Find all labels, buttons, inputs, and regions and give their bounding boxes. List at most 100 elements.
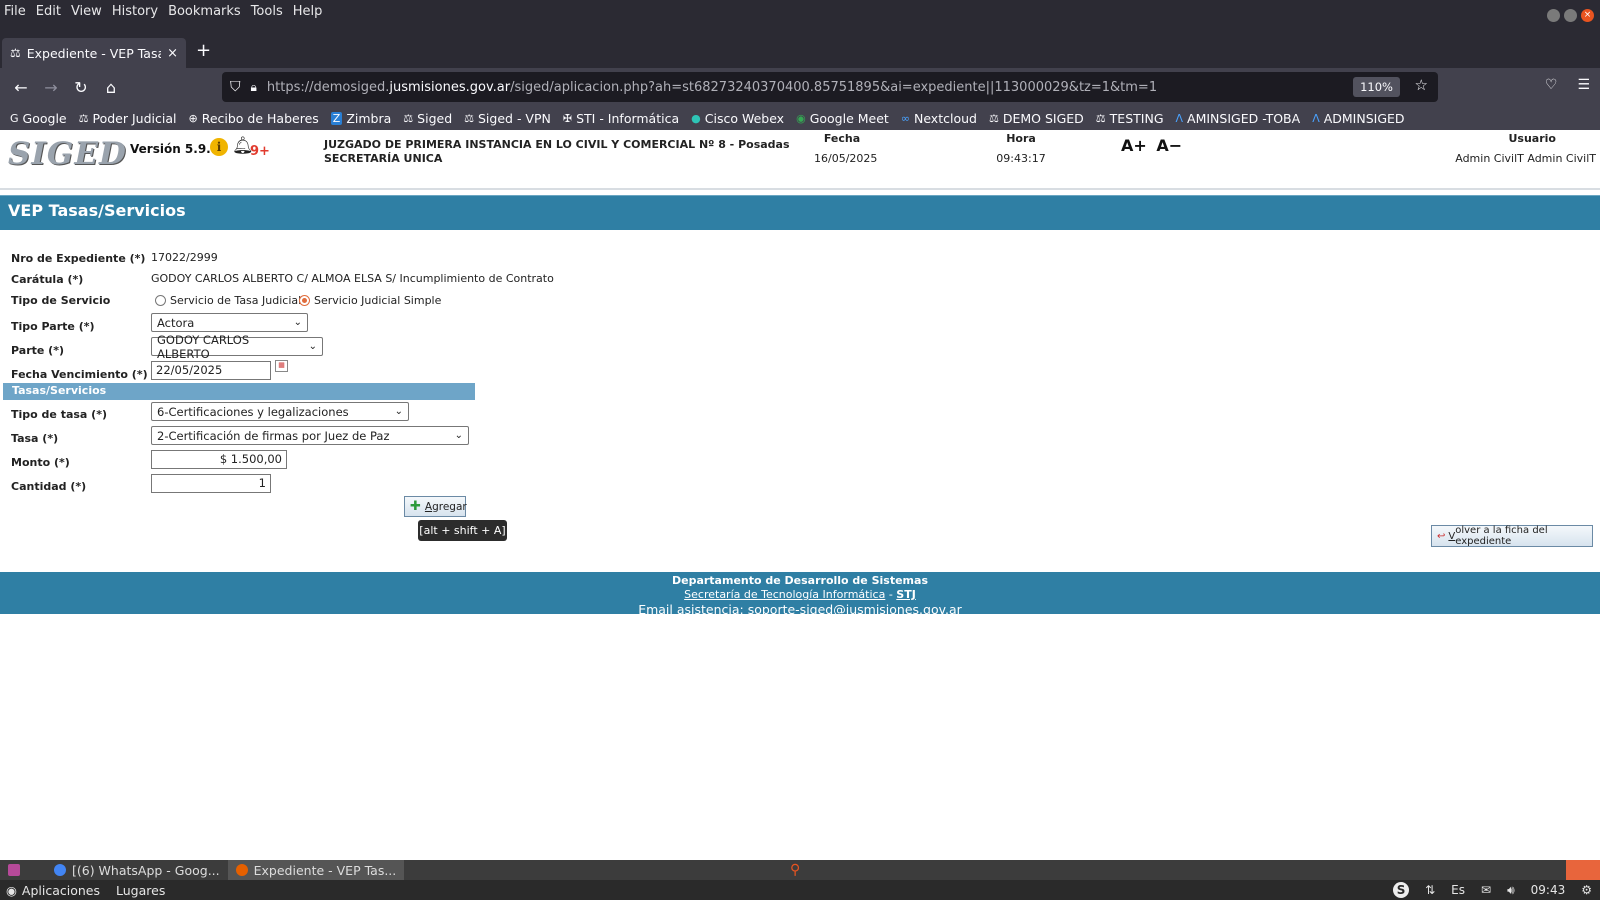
tipo-parte-label: Tipo Parte (*)	[11, 320, 95, 333]
menu-edit[interactable]: Edit	[36, 4, 61, 19]
parte-select[interactable]: GODOY CARLOS ALBERTO ⌄	[151, 333, 323, 361]
firefox-icon	[235, 864, 248, 876]
menu-bookmarks[interactable]: Bookmarks	[168, 4, 241, 19]
cantidad-input[interactable]: 1	[151, 474, 271, 493]
tasas-section-header: Tasas/Servicios	[3, 383, 475, 400]
footer-link-stj[interactable]: STJ	[896, 588, 916, 601]
calendar-icon[interactable]: ▦	[275, 360, 288, 372]
search-icon[interactable]: ⚲	[790, 862, 800, 878]
bookmark-adminsiged[interactable]: Λ ADMINSIGED	[1312, 111, 1404, 126]
close-window-icon[interactable]: ×	[1581, 9, 1594, 22]
fecha-venc-input[interactable]: 22/05/2025	[151, 361, 271, 380]
court-line-1: JUZGADO DE PRIMERA INSTANCIA EN LO CIVIL…	[324, 138, 790, 151]
firefox-tray-icon[interactable]	[1566, 860, 1600, 880]
show-desktop-icon[interactable]	[0, 860, 34, 880]
clock[interactable]: 09:43	[1531, 883, 1566, 897]
bookmark-aminsiged-toba[interactable]: Λ AMINSIGED -TOBA	[1176, 111, 1301, 126]
close-tab-icon[interactable]: ×	[167, 46, 178, 61]
pocket-icon[interactable]: ♡	[1545, 77, 1558, 93]
keyboard-layout[interactable]: Es	[1451, 883, 1465, 897]
shield-icon[interactable]: ⛉	[230, 79, 241, 95]
reload-icon[interactable]: ↻	[66, 78, 96, 97]
bookmark-google-meet[interactable]: ◉ Google Meet	[796, 111, 889, 126]
lock-icon[interactable]: 🔒︎	[251, 80, 257, 95]
font-increase-button[interactable]: A+	[1121, 136, 1147, 155]
forward-icon[interactable]: →	[36, 78, 66, 97]
bookmark-google[interactable]: G Google	[10, 111, 67, 126]
tab-bar: ⚖ Expediente - VEP Tasas/S × +	[0, 22, 1600, 68]
task-whatsapp[interactable]: [(6) WhatsApp - Goog...	[46, 860, 228, 880]
hamburger-menu-icon[interactable]: ☰	[1577, 77, 1590, 93]
radio-tasa-judicial-icon[interactable]	[155, 295, 166, 306]
menu-file[interactable]: File	[4, 4, 26, 19]
scales-icon: ⚖	[988, 111, 999, 125]
nextcloud-icon: ∞	[900, 111, 910, 125]
bookmark-zimbra[interactable]: Z Zimbra	[330, 111, 391, 126]
browser-menubar: File Edit View History Bookmarks Tools H…	[0, 0, 1600, 22]
back-arrow-icon: ↩	[1437, 530, 1446, 542]
new-tab-icon[interactable]: +	[196, 40, 211, 61]
plus-icon: ✚	[410, 499, 421, 514]
app-header: SIGED Versión 5.9.1 i 🔔︎ 9+ JUZGADO DE P…	[0, 130, 1600, 190]
nav-bar: ← → ↻ ⌂ ⛉ 🔒︎ https://demosiged. jusmision…	[0, 68, 1600, 106]
radio-judicial-simple-icon[interactable]	[299, 295, 310, 306]
zoom-level[interactable]: 110%	[1353, 77, 1400, 97]
monto-input[interactable]: $ 1.500,00	[151, 450, 287, 469]
scales-icon: ⚖	[78, 111, 89, 125]
bookmark-demo-siged[interactable]: ⚖ DEMO SIGED	[989, 111, 1084, 126]
home-icon[interactable]: ⌂	[96, 78, 126, 97]
volver-button[interactable]: ↩ Volver a la ficha del expediente	[1431, 525, 1593, 547]
tasa-label: Tasa (*)	[11, 432, 59, 445]
bookmark-siged[interactable]: ⚖ Siged	[403, 111, 452, 126]
bookmark-poder-judicial[interactable]: ⚖ Poder Judicial	[79, 111, 177, 126]
tipo-parte-select[interactable]: Actora ⌄	[151, 313, 308, 332]
network-icon[interactable]: ⇅	[1425, 883, 1435, 897]
court-name: JUZGADO DE PRIMERA INSTANCIA EN LO CIVIL…	[324, 138, 790, 166]
mail-icon[interactable]: ✉	[1481, 883, 1491, 897]
bookmark-star-icon[interactable]: ☆	[1415, 76, 1428, 94]
info-icon[interactable]: i	[210, 138, 228, 156]
notification-count[interactable]: 9+	[250, 144, 270, 159]
chevron-down-icon: ⌄	[308, 341, 317, 352]
bookmark-siged-vpn[interactable]: ⚖ Siged - VPN	[464, 111, 551, 126]
menu-view[interactable]: View	[71, 4, 102, 19]
bookmark-sti[interactable]: ✠ STI - Informática	[563, 111, 679, 126]
radio-judicial-simple[interactable]: Servicio Judicial Simple	[299, 294, 441, 307]
url-bar[interactable]: ⛉ 🔒︎ https://demosiged. jusmisiones.gov.a…	[222, 72, 1438, 102]
chevron-down-icon: ⌄	[293, 317, 302, 328]
tab-expediente[interactable]: ⚖ Expediente - VEP Tasas/S ×	[2, 38, 186, 68]
desktop-icon	[8, 864, 20, 876]
system-panel: ◉ Aplicaciones Lugares S ⇅ Es ✉ 🔊︎ 09:43 …	[0, 880, 1600, 900]
skype-icon[interactable]: S	[1393, 882, 1410, 898]
tasa-select[interactable]: 2-Certificación de firmas por Juez de Pa…	[151, 426, 469, 445]
page-footer: Departamento de Desarrollo de Sistemas S…	[0, 572, 1600, 617]
bookmark-testing[interactable]: ⚖ TESTING	[1096, 111, 1164, 126]
user-name: Admin CivilT Admin CivilT	[1455, 152, 1596, 165]
volume-icon[interactable]: 🔊︎	[1507, 883, 1515, 898]
settings-icon[interactable]: ⚙	[1581, 883, 1592, 897]
bookmark-nextcloud[interactable]: ∞ Nextcloud	[901, 111, 977, 126]
sti-icon: ✠	[562, 111, 573, 125]
agregar-button[interactable]: ✚ Agregar	[404, 496, 467, 517]
maximize-icon[interactable]	[1564, 9, 1577, 22]
minimize-icon[interactable]	[1547, 9, 1560, 22]
agregar-tooltip: [alt + shift + A]	[418, 520, 507, 541]
menu-history[interactable]: History	[112, 4, 158, 19]
date-value: 16/05/2025	[814, 152, 878, 165]
task-expediente[interactable]: Expediente - VEP Tas...	[227, 860, 405, 880]
footer-link-sti[interactable]: Secretaría de Tecnología Informática	[684, 588, 885, 601]
menu-help[interactable]: Help	[293, 4, 323, 19]
bookmark-webex[interactable]: ● Cisco Webex	[691, 111, 784, 126]
back-icon[interactable]: ←	[6, 78, 36, 97]
menu-tools[interactable]: Tools	[251, 4, 283, 19]
tipo-tasa-select[interactable]: 6-Certificaciones y legalizaciones ⌄	[151, 402, 409, 421]
places-menu[interactable]: Lugares	[116, 883, 165, 898]
court-line-2: SECRETARÍA UNICA	[324, 152, 443, 165]
footer-department: Departamento de Desarrollo de Sistemas	[671, 574, 928, 587]
applications-menu[interactable]: ◉ Aplicaciones	[6, 883, 100, 898]
radio-tasa-judicial[interactable]: Servicio de Tasa Judicial	[155, 294, 301, 307]
version-label: Versión 5.9.1	[130, 142, 220, 156]
url-host: jusmisiones.gov.ar	[389, 79, 511, 95]
bookmark-recibo-haberes[interactable]: ⊕ Recibo de Haberes	[188, 111, 318, 126]
font-decrease-button[interactable]: A−	[1156, 136, 1182, 155]
